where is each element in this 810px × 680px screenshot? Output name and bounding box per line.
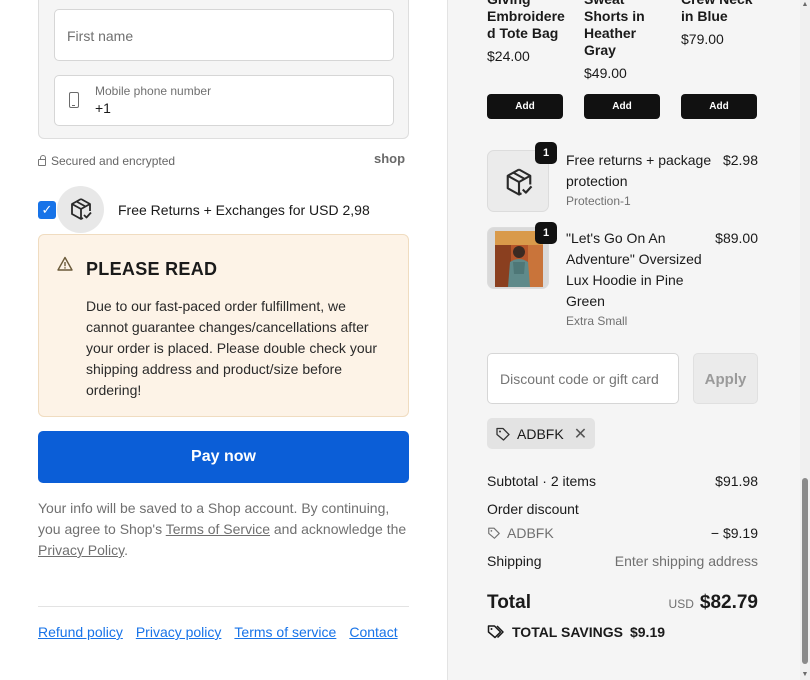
legal-middle: and acknowledge the [269, 521, 407, 537]
phone-value: +1 [95, 100, 111, 116]
package-check-icon [506, 168, 533, 196]
secure-notice: Secured and encrypted [38, 154, 175, 168]
scrollbar-thumb[interactable] [802, 478, 808, 664]
savings-value: $9.19 [629, 624, 666, 640]
subtotal-value: $91.98 [715, 473, 758, 489]
pay-now-button[interactable]: Pay now [38, 431, 409, 483]
please-read-notice: PLEASE READ Due to our fast-paced order … [38, 234, 409, 417]
discount-code-text: ADBFK [507, 525, 554, 541]
savings-tag-icon [487, 625, 504, 639]
subtotal-label: Subtotal · 2 items [487, 473, 596, 489]
tag-icon [496, 427, 510, 441]
legal-suffix: . [124, 542, 128, 558]
add-upsell-button[interactable]: Add [681, 94, 757, 119]
currency-code: USD [668, 597, 694, 611]
cart-item-price: $89.00 [715, 230, 758, 246]
apply-discount-button[interactable]: Apply [693, 353, 758, 404]
terms-of-service-footer-link[interactable]: Terms of service [234, 624, 336, 640]
cart-item-price: $2.98 [722, 152, 758, 168]
tag-icon [488, 527, 500, 539]
contact-link[interactable]: Contact [349, 624, 397, 640]
upsell-name: Crew Neck in Blue [681, 0, 753, 24]
subtotal-row: Subtotal · 2 items $91.98 [487, 473, 758, 489]
shop-account-legal-text: Your info will be saved to a Shop accoun… [38, 498, 409, 561]
discount-code-label: ADBFK [487, 525, 554, 541]
protection-checkbox[interactable]: ✓ [38, 201, 56, 219]
shipping-value: Enter shipping address [614, 553, 758, 569]
mobile-phone-field[interactable]: Mobile phone number +1 [54, 75, 394, 126]
first-name-field[interactable]: First name [54, 9, 394, 61]
upsell-card: Crew Neck in Blue $79.00 [681, 0, 757, 47]
scroll-up-arrow-icon[interactable]: ▲ [801, 1, 809, 9]
footer-divider [38, 606, 409, 607]
upsell-price: $79.00 [681, 31, 724, 47]
add-upsell-button[interactable]: Add [487, 94, 563, 119]
shipping-label: Shipping [487, 553, 542, 569]
total-label: Total [487, 592, 531, 613]
upsell-price: $24.00 [487, 48, 530, 64]
discount-code-row: ADBFK − $9.19 [487, 525, 758, 541]
applied-discount-tag: ADBFK ✕ [487, 418, 596, 449]
quantity-badge: 1 [535, 222, 557, 244]
savings-label: TOTAL SAVINGS [512, 624, 623, 640]
upsell-name: Sweat Shorts in Heather Gray [584, 0, 645, 58]
notice-title: PLEASE READ [86, 259, 218, 279]
checkout-form-column: First name Mobile phone number +1 Secure… [0, 0, 447, 680]
warning-icon [57, 256, 73, 271]
order-discount-row: Order discount [487, 501, 758, 517]
cart-item-name: "Let's Go On An Adventure" Oversized Lux… [566, 230, 702, 309]
quantity-badge: 1 [535, 142, 557, 164]
order-summary-column: Giving Embroidere d Tote Bag $24.00 Swea… [447, 0, 810, 680]
refund-policy-link[interactable]: Refund policy [38, 624, 123, 640]
mobile-phone-icon [69, 92, 79, 108]
protection-label: Free Returns + Exchanges for USD 2,98 [118, 202, 370, 218]
order-discount-label: Order discount [487, 501, 579, 517]
cart-item-variant: Protection-1 [566, 194, 631, 208]
first-name-placeholder: First name [67, 28, 134, 44]
page-scrollbar[interactable]: ▲ ▼ [800, 0, 810, 680]
package-protection-icon [57, 186, 104, 233]
notice-body: Due to our fast-paced order fulfillment,… [86, 298, 378, 398]
upsell-card: Sweat Shorts in Heather Gray $49.00 [584, 0, 660, 81]
discount-code-input[interactable] [487, 353, 679, 404]
scroll-down-arrow-icon[interactable]: ▼ [801, 671, 809, 679]
cart-item-name: Free returns + package protection [566, 152, 712, 189]
applied-code: ADBFK [517, 425, 564, 442]
address-form-panel: First name Mobile phone number +1 [38, 0, 409, 139]
terms-of-service-link[interactable]: Terms of Service [166, 521, 270, 537]
privacy-policy-link[interactable]: Privacy Policy [38, 542, 124, 558]
remove-discount-icon[interactable]: ✕ [574, 424, 587, 444]
footer-links: Refund policy Privacy policy Terms of se… [38, 624, 398, 640]
total-savings: TOTAL SAVINGS $9.19 [487, 624, 665, 640]
shipping-row: Shipping Enter shipping address [487, 553, 758, 569]
secure-text: Secured and encrypted [51, 154, 176, 168]
privacy-policy-footer-link[interactable]: Privacy policy [136, 624, 222, 640]
cart-item-variant: Extra Small [566, 314, 628, 328]
total-value: $82.79 [699, 592, 758, 613]
add-upsell-button[interactable]: Add [584, 94, 660, 119]
total-row: Total USD $82.79 [487, 592, 758, 614]
discount-value: − $9.19 [710, 525, 758, 541]
upsell-name: Giving Embroidere d Tote Bag [487, 0, 565, 41]
upsell-price: $49.00 [584, 65, 627, 81]
phone-label: Mobile phone number [95, 84, 212, 98]
upsell-card: Giving Embroidere d Tote Bag $24.00 [487, 0, 565, 64]
lock-icon [38, 155, 46, 166]
shop-logo: shop [374, 151, 406, 166]
